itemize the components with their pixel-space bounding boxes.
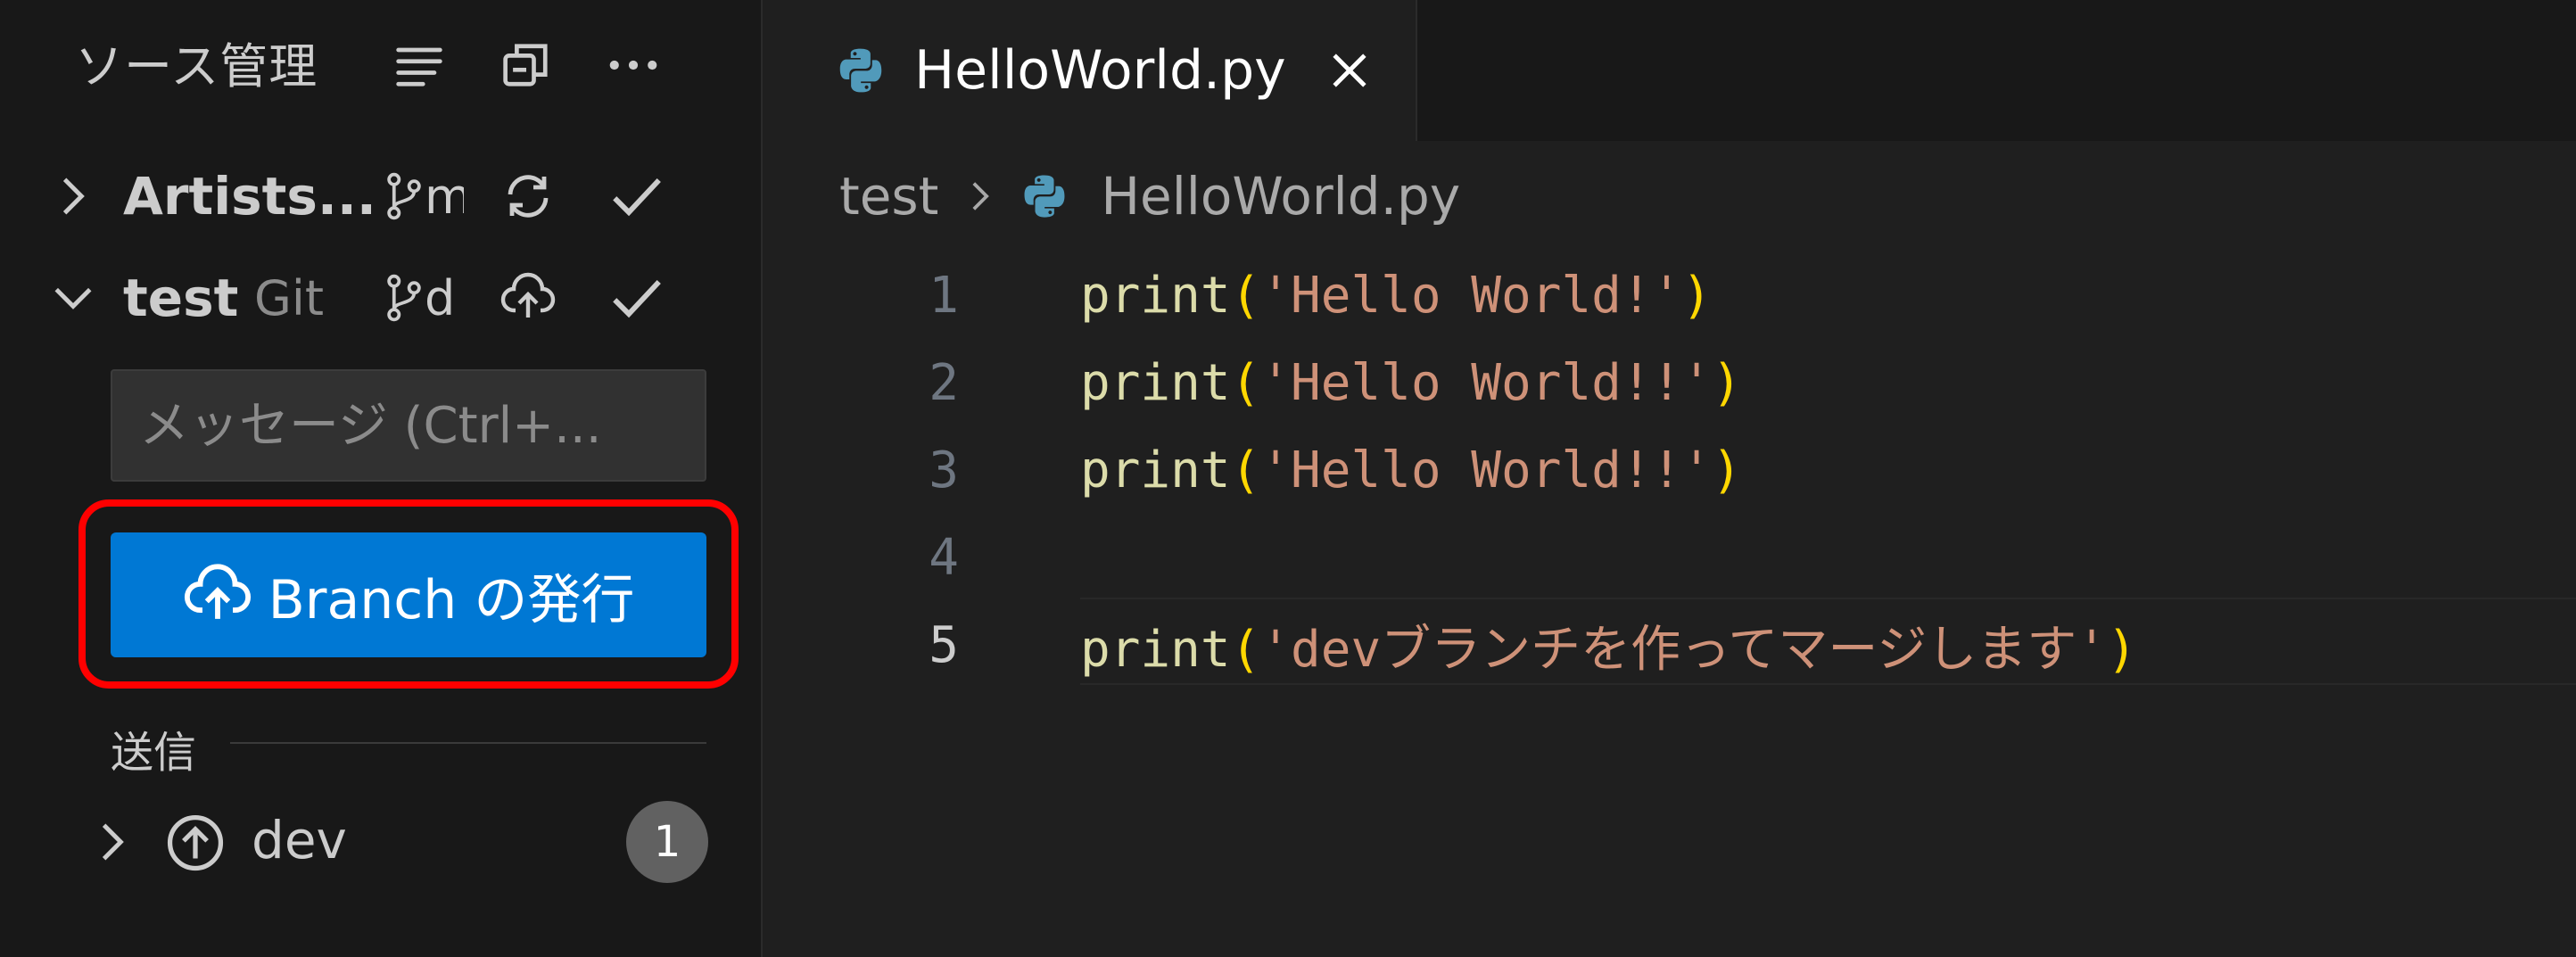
code-paren: ) bbox=[1712, 353, 1742, 412]
code-function: print bbox=[1080, 441, 1231, 499]
outgoing-section-label: 送信 bbox=[111, 728, 197, 778]
view-as-list-button[interactable] bbox=[384, 29, 455, 101]
cloud-upload-icon[interactable] bbox=[500, 269, 557, 326]
section-divider bbox=[230, 742, 706, 744]
repo-branch[interactable]: d bbox=[384, 270, 464, 326]
code-paren: ) bbox=[2106, 620, 2137, 679]
breadcrumb: test HelloWorld.py bbox=[839, 165, 1460, 227]
collapse-all-button[interactable] bbox=[491, 29, 562, 101]
code-paren: ( bbox=[1230, 353, 1261, 412]
tab-bar: HelloWorld.py bbox=[763, 0, 2576, 141]
chevron-right-icon[interactable] bbox=[86, 815, 139, 869]
repo-branch-label: m bbox=[425, 168, 464, 225]
outgoing-count-badge: 1 bbox=[626, 801, 708, 883]
sidebar-title: ソース管理 bbox=[75, 38, 318, 95]
code-paren: ( bbox=[1230, 620, 1261, 679]
code-function: print bbox=[1080, 353, 1231, 412]
commit-check-icon[interactable] bbox=[605, 164, 669, 228]
python-file-icon bbox=[1024, 175, 1065, 218]
code-text: print('Hello World!!') bbox=[1080, 354, 1742, 412]
chevron-right-icon[interactable] bbox=[46, 169, 100, 223]
commit-check-icon[interactable] bbox=[605, 266, 669, 330]
arrow-circle-up-icon bbox=[167, 814, 224, 871]
code-text: print('devブランチを作ってマージします') bbox=[1080, 609, 2137, 681]
publish-branch-label: Branch の発行 bbox=[268, 568, 635, 631]
ellipsis-icon bbox=[609, 60, 657, 70]
code-string: 'Hello World!!' bbox=[1260, 441, 1713, 499]
publish-branch-button[interactable]: Branch の発行 bbox=[111, 532, 706, 657]
editor-area: HelloWorld.py test HelloWorld.py 1 print… bbox=[763, 0, 2576, 957]
commit-message-input[interactable] bbox=[111, 369, 706, 482]
repo-row-artists[interactable]: Artists... m bbox=[0, 152, 763, 241]
code-paren: ) bbox=[1712, 441, 1742, 499]
code-string: 'devブランチを作ってマージします' bbox=[1260, 620, 2107, 679]
line-number: 1 bbox=[929, 266, 959, 325]
repo-name: test bbox=[123, 268, 239, 328]
line-number: 2 bbox=[929, 353, 959, 412]
cloud-upload-icon bbox=[184, 564, 251, 619]
code-string: 'Hello World!!' bbox=[1260, 353, 1713, 412]
sidebar-actions bbox=[384, 34, 705, 96]
more-actions-button[interactable] bbox=[598, 29, 669, 101]
chevron-down-icon[interactable] bbox=[46, 271, 100, 325]
python-file-icon bbox=[839, 48, 882, 93]
line-number: 4 bbox=[929, 528, 959, 587]
code-function: print bbox=[1080, 266, 1231, 325]
sync-icon[interactable] bbox=[500, 168, 557, 225]
git-branch-icon bbox=[387, 172, 421, 220]
chevron-right-icon bbox=[972, 182, 990, 210]
repo-provider: Git bbox=[254, 269, 325, 326]
breadcrumb-folder[interactable]: test bbox=[839, 166, 938, 227]
outgoing-item[interactable]: dev 1 bbox=[0, 794, 763, 890]
code-text: print('Hello World!!') bbox=[1080, 441, 1742, 499]
repo-branch-label: d bbox=[425, 269, 456, 326]
git-branch-icon bbox=[387, 274, 421, 322]
list-icon bbox=[396, 47, 442, 87]
line-number: 5 bbox=[929, 615, 959, 674]
code-function: print bbox=[1080, 620, 1231, 679]
line-number: 3 bbox=[929, 441, 959, 499]
tab-label: HelloWorld.py bbox=[914, 39, 1286, 102]
code-paren: ) bbox=[1681, 266, 1713, 325]
tab-helloworld[interactable]: HelloWorld.py bbox=[763, 0, 1417, 141]
repo-row-test[interactable]: test Git d bbox=[0, 253, 763, 342]
repo-name: Artists... bbox=[123, 166, 376, 227]
repo-branch[interactable]: m bbox=[384, 169, 464, 225]
source-control-sidebar: ソース管理 Artists... m test Git d メッセージ (Ctr… bbox=[0, 0, 763, 957]
code-paren: ( bbox=[1230, 441, 1261, 499]
outgoing-label: dev bbox=[252, 810, 347, 870]
code-string: 'Hello World!' bbox=[1260, 266, 1682, 325]
breadcrumb-file[interactable]: HelloWorld.py bbox=[1101, 166, 1460, 227]
close-icon[interactable] bbox=[1323, 44, 1376, 97]
code-paren: ( bbox=[1230, 266, 1261, 325]
code-text: print('Hello World!') bbox=[1080, 267, 1712, 325]
collapse-all-icon bbox=[503, 44, 548, 87]
